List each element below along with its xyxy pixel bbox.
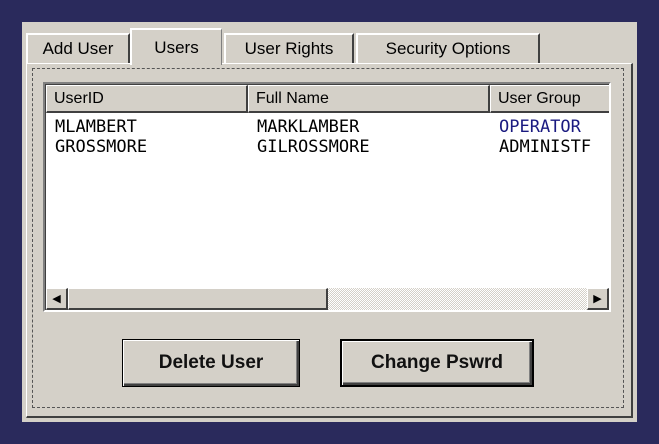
cell-user-group: OPERATOR [499, 117, 581, 137]
list-rows: MLAMBERT MARKLAMBER OPERATOR GROSSMORE G… [46, 117, 609, 157]
tab-label: Security Options [385, 39, 511, 58]
table-row[interactable]: MLAMBERT MARKLAMBER OPERATOR [46, 117, 609, 137]
users-tab-page: UserID Full Name User Group MLAMBERT MAR… [26, 63, 633, 418]
tab-label: User Rights [244, 39, 334, 58]
tab-user-rights[interactable]: User Rights [224, 33, 354, 63]
users-list-view[interactable]: UserID Full Name User Group MLAMBERT MAR… [43, 82, 611, 312]
cell-userid: GROSSMORE [55, 137, 148, 157]
cell-user-group: ADMINISTF [499, 137, 592, 157]
user-manager-window: Add User Users User Rights Security Opti… [22, 22, 637, 422]
column-header-full-name[interactable]: Full Name [248, 85, 490, 113]
tab-security-options[interactable]: Security Options [356, 33, 540, 63]
table-row[interactable]: GROSSMORE GILROSSMORE ADMINISTF [46, 137, 609, 157]
list-header: UserID Full Name User Group [46, 85, 609, 113]
triangle-left-icon: ◀ [52, 293, 61, 305]
scroll-right-button[interactable]: ▶ [587, 288, 609, 310]
list-view-client: UserID Full Name User Group MLAMBERT MAR… [45, 84, 609, 310]
horizontal-scrollbar[interactable]: ◀ ▶ [46, 288, 609, 310]
cell-full-name: GILROSSMORE [257, 137, 370, 157]
change-password-button[interactable]: Change Pswrd [340, 339, 534, 387]
column-header-user-group[interactable]: User Group [490, 85, 609, 113]
triangle-right-icon: ▶ [593, 293, 602, 305]
column-header-userid[interactable]: UserID [46, 85, 248, 113]
tab-strip: Add User Users User Rights Security Opti… [26, 26, 556, 65]
cell-userid: MLAMBERT [55, 117, 137, 137]
scroll-left-button[interactable]: ◀ [46, 288, 68, 310]
tab-users[interactable]: Users [130, 28, 222, 65]
tab-label: Add User [42, 39, 114, 58]
tab-add-user[interactable]: Add User [26, 33, 130, 63]
cell-full-name: MARKLAMBER [257, 117, 360, 137]
tab-label: Users [154, 37, 199, 57]
delete-user-button[interactable]: Delete User [122, 339, 300, 387]
scrollbar-thumb[interactable] [68, 288, 328, 310]
